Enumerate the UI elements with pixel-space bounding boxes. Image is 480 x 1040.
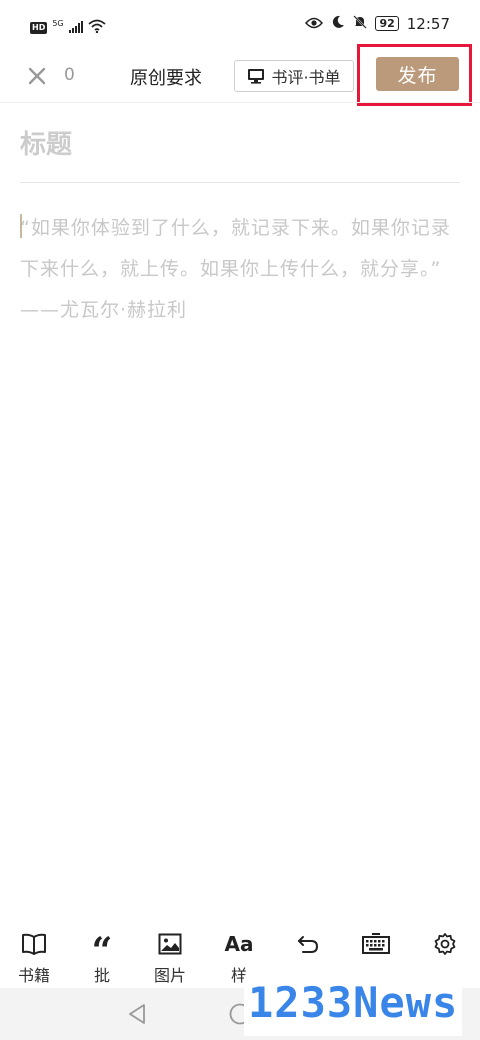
originality-requirements-link[interactable]: 原创要求 (130, 64, 202, 90)
battery-indicator: 92 (375, 16, 399, 31)
keyboard-icon (362, 933, 390, 954)
editor-top-bar: 0 原创要求 书评·书单 发布 (0, 44, 480, 106)
quote-icon: “ (91, 931, 113, 957)
text-cursor (20, 214, 22, 238)
status-left: HD 5G (30, 18, 106, 37)
back-triangle-icon (129, 1004, 145, 1024)
watermark: 1233News (244, 976, 463, 1036)
book-icon (22, 933, 46, 955)
close-icon (28, 67, 46, 85)
content-placeholder: “如果你体验到了什么，就记录下来。如果你记录下来什么，就上传。如果你上传什么，就… (20, 217, 451, 280)
toolbar-keyboard-button[interactable] (351, 928, 401, 960)
image-icon (158, 933, 182, 955)
toolbar-books-label: 书籍 (17, 966, 50, 985)
eye-icon (305, 14, 324, 33)
title-divider (20, 182, 460, 183)
publish-button[interactable]: 发布 (376, 57, 459, 91)
settings-icon (434, 933, 456, 955)
toolbar-settings-button[interactable] (420, 928, 470, 960)
toolbar-image-button[interactable]: 图片 (145, 928, 195, 986)
toolbar-books-button[interactable]: 书籍 (9, 928, 59, 986)
review-booklist-label: 书评·书单 (271, 68, 341, 87)
toolbar-annotate-label: 批 (93, 966, 110, 985)
wifi-icon (88, 18, 106, 37)
toolbar-image-label: 图片 (153, 966, 186, 985)
status-right: 92 12:57 (305, 14, 450, 33)
network-type: 5G (52, 18, 64, 28)
hd-badge: HD (30, 21, 48, 34)
moon-icon (331, 14, 345, 33)
top-divider (0, 102, 480, 103)
title-input[interactable]: 标题 (20, 124, 460, 160)
toolbar-annotate-button[interactable]: “ 批 (77, 928, 127, 986)
nav-back-button[interactable] (126, 1002, 148, 1030)
mute-bell-icon (353, 14, 368, 33)
monitor-icon (248, 69, 265, 84)
content-placeholder-author: ——尤瓦尔·赫拉利 (20, 299, 188, 321)
signal-icon (68, 18, 83, 37)
clock: 12:57 (406, 14, 450, 33)
toolbar-undo-button[interactable] (283, 928, 333, 960)
text-style-icon: Aa (224, 932, 254, 956)
review-booklist-button[interactable]: 书评·书单 (234, 60, 354, 92)
close-button[interactable] (26, 65, 48, 87)
content-input[interactable]: “如果你体验到了什么，就记录下来。如果你记录下来什么，就上传。如果你上传什么，就… (20, 208, 460, 331)
word-count: 0 (64, 65, 75, 85)
undo-icon (298, 936, 319, 953)
